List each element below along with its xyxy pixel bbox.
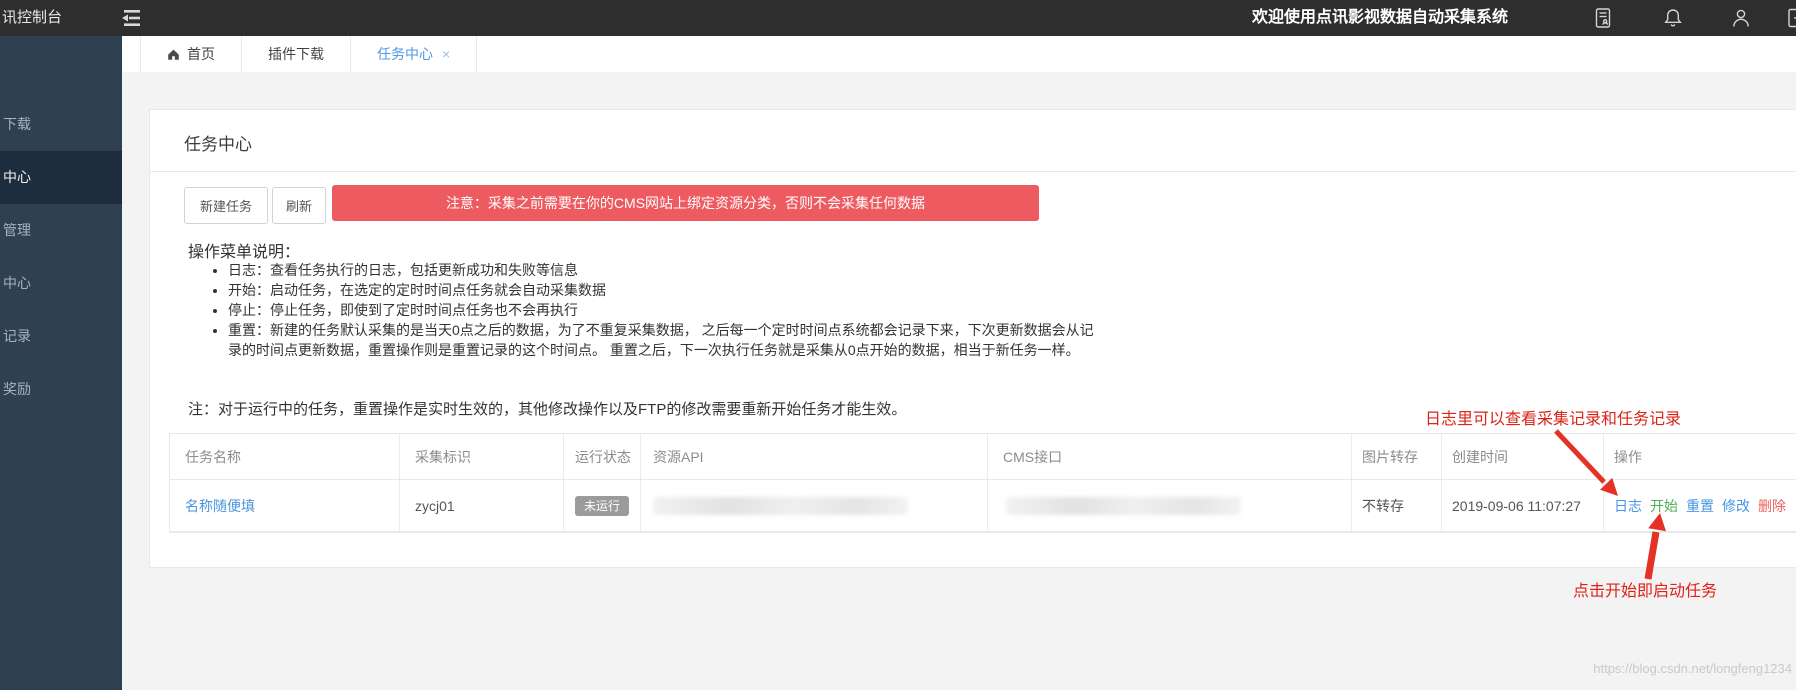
instruction-log: 日志：查看任务执行的日志，包括更新成功和失败等信息 [228, 260, 1100, 280]
col-created-at: 创建时间 [1441, 434, 1603, 479]
collect-id-value: zycj01 [399, 480, 563, 531]
col-cms-api: CMS接口 [987, 434, 1351, 479]
resource-api-redacted-value [653, 497, 908, 515]
status-badge: 未运行 [575, 496, 629, 516]
sidebar-item-records[interactable]: 记录 [0, 310, 122, 363]
action-log-link[interactable]: 日志 [1614, 496, 1642, 516]
sidebar-item-task-center[interactable]: 中心 [0, 151, 122, 204]
task-name-link[interactable]: 名称随便填 [185, 496, 255, 516]
new-task-button[interactable]: 新建任务 [184, 187, 268, 224]
card-divider [150, 171, 1796, 172]
task-table: 任务名称 采集标识 运行状态 资源API CMS接口 图片转存 创建时间 操作 … [169, 433, 1796, 533]
row-actions: 日志 开始 重置 修改 删除 [1614, 496, 1786, 516]
table-row: 名称随便填 zycj01 未运行 不转存 2019-09-06 11:07:27… [170, 480, 1796, 532]
instruction-stop: 停止：停止任务，即使到了定时时间点任务也不会再执行 [228, 300, 1100, 320]
annotation-start-tip: 点击开始即启动任务 [1573, 577, 1717, 601]
instruction-start: 开始：启动任务，在选定的定时时间点任务就会自动采集数据 [228, 280, 1100, 300]
instruction-reset: 重置：新建的任务默认采集的是当天0点之后的数据，为了不重复采集数据， 之后每一个… [228, 320, 1100, 360]
bell-icon[interactable] [1662, 7, 1684, 29]
created-at-value: 2019-09-06 11:07:27 [1441, 480, 1603, 531]
sidebar-item-center[interactable]: 中心 [0, 257, 122, 310]
refresh-button[interactable]: 刷新 [272, 187, 326, 224]
sidebar-item-manage[interactable]: 管理 [0, 204, 122, 257]
sidebar-collapse-icon[interactable] [118, 8, 144, 28]
col-image-transfer: 图片转存 [1351, 434, 1441, 479]
user-icon[interactable] [1730, 7, 1752, 29]
annotation-log-tip: 日志里可以查看采集记录和任务记录 [1425, 405, 1681, 429]
cms-api-redacted-value [1006, 497, 1241, 515]
tab-home-label: 首页 [187, 44, 215, 64]
col-resource-api: 资源API [640, 434, 987, 479]
cms-binding-alert: 注意：采集之前需要在你的CMS网站上绑定资源分类，否则不会采集任何数据 [332, 185, 1039, 221]
welcome-title: 欢迎使用点讯影视数据自动采集系统 [1252, 0, 1508, 36]
tab-task-center[interactable]: 任务中心 × [351, 36, 477, 72]
id-card-icon[interactable] [1592, 7, 1614, 29]
tab-home[interactable]: 首页 [140, 36, 242, 72]
close-icon[interactable]: × [442, 46, 450, 62]
col-task-name: 任务名称 [170, 434, 399, 479]
col-collect-id: 采集标识 [399, 434, 563, 479]
instructions-title: 操作菜单说明： [188, 238, 300, 262]
action-modify-link[interactable]: 修改 [1722, 496, 1750, 516]
csdn-watermark: https://blog.csdn.net/longfeng1234 [1593, 661, 1792, 676]
col-actions: 操作 [1603, 434, 1796, 479]
runtime-note: 注：对于运行中的任务，重置操作是实时生效的，其他修改操作以及FTP的修改需要重新… [188, 398, 906, 419]
app-logo: 讯控制台 [2, 0, 62, 36]
action-start-link[interactable]: 开始 [1650, 496, 1678, 516]
tab-bar: 首页 插件下载 任务中心 × [122, 36, 1796, 72]
app-root: 讯控制台 欢迎使用点讯影视数据自动采集系统 [0, 0, 1796, 690]
exit-icon[interactable] [1786, 7, 1796, 29]
page-title: 任务中心 [184, 130, 252, 155]
action-reset-link[interactable]: 重置 [1686, 496, 1714, 516]
topbar: 讯控制台 欢迎使用点讯影视数据自动采集系统 [0, 0, 1796, 36]
sidebar: 下载 中心 管理 中心 记录 奖励 [0, 36, 122, 690]
sidebar-menu: 下载 中心 管理 中心 记录 奖励 [0, 98, 122, 416]
tab-plugin-download[interactable]: 插件下载 [242, 36, 351, 72]
table-header-row: 任务名称 采集标识 运行状态 资源API CMS接口 图片转存 创建时间 操作 [170, 434, 1796, 480]
sidebar-item-rewards[interactable]: 奖励 [0, 363, 122, 416]
tab-plugin-download-label: 插件下载 [268, 44, 324, 64]
image-transfer-value: 不转存 [1351, 480, 1441, 531]
tab-task-center-label: 任务中心 [377, 44, 433, 64]
col-run-status: 运行状态 [563, 434, 640, 479]
action-delete-link[interactable]: 删除 [1758, 496, 1786, 516]
sidebar-item-download[interactable]: 下载 [0, 98, 122, 151]
instructions-list: 日志：查看任务执行的日志，包括更新成功和失败等信息 开始：启动任务，在选定的定时… [208, 260, 1100, 360]
task-center-card: 任务中心 新建任务 刷新 注意：采集之前需要在你的CMS网站上绑定资源分类，否则… [149, 109, 1796, 568]
home-icon [167, 48, 180, 61]
